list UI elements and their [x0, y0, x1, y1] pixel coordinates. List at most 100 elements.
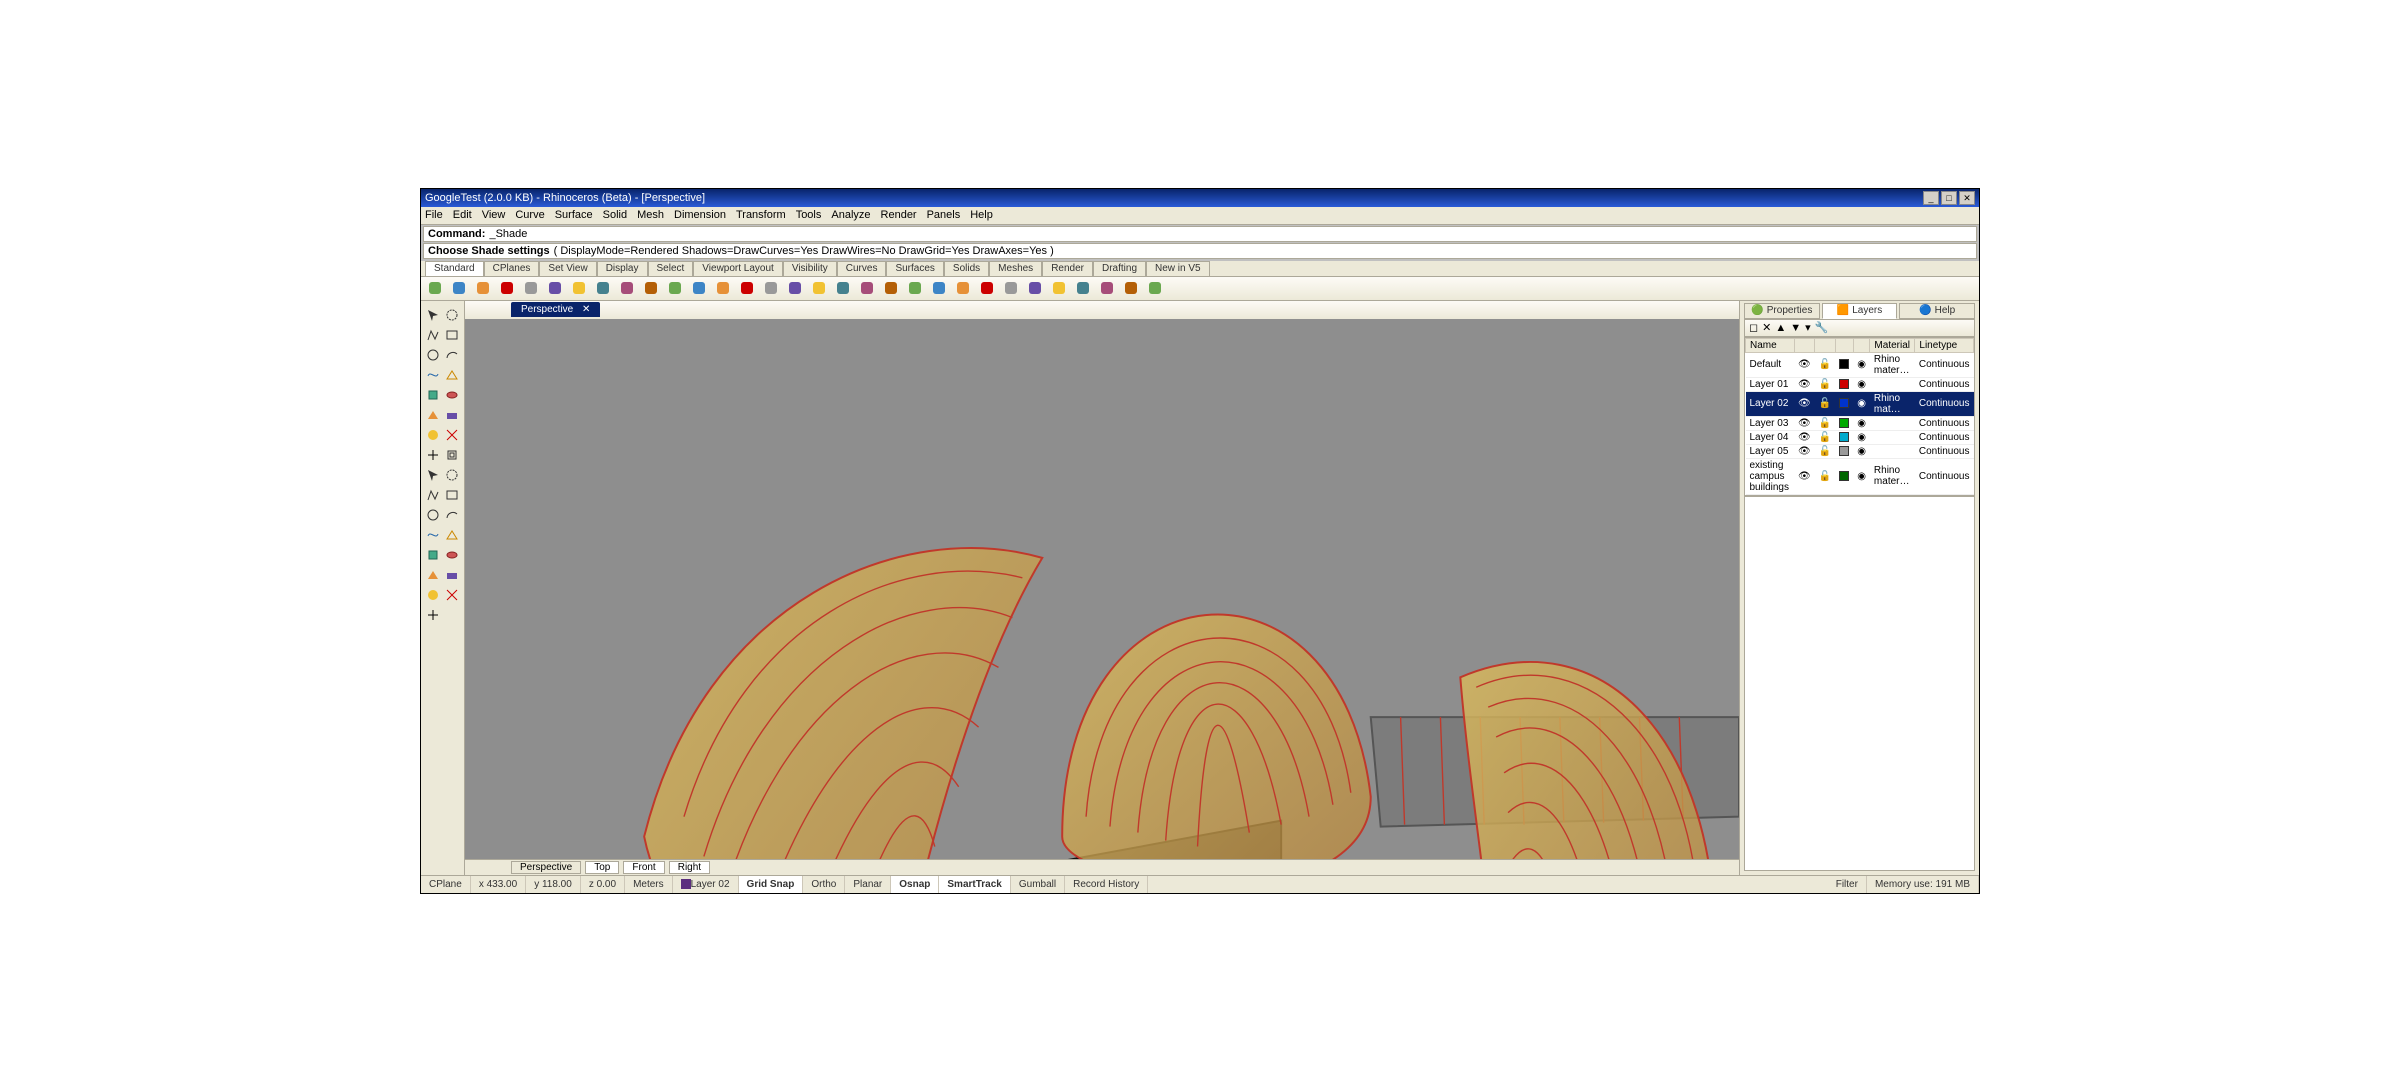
sphere-yellow-button[interactable] — [1097, 278, 1117, 298]
layer-color-swatch[interactable] — [1835, 352, 1853, 377]
status-toggle-ortho[interactable]: Ortho — [803, 876, 845, 893]
array-tool-button[interactable] — [425, 487, 441, 503]
menu-mesh[interactable]: Mesh — [637, 209, 664, 221]
layer-row[interactable]: existing campus buildings👁🔓◉Rhino mater…… — [1746, 458, 1974, 494]
layer-row[interactable]: Layer 02👁🔓◉Rhino mat…Continuous — [1746, 391, 1974, 416]
layer-material-swatch[interactable]: ◉ — [1853, 444, 1870, 458]
layer-material-swatch[interactable]: ◉ — [1853, 377, 1870, 391]
join-tool-button[interactable] — [445, 447, 461, 463]
layer-color-swatch[interactable] — [1835, 458, 1853, 494]
viewport-tab-perspective[interactable]: Perspective ✕ — [511, 302, 600, 317]
layer-lock-icon[interactable]: 🔓 — [1815, 430, 1835, 444]
move-button[interactable] — [641, 278, 661, 298]
toolbar-tab-set-view[interactable]: Set View — [539, 261, 596, 276]
status-cplane[interactable]: CPlane — [421, 876, 471, 893]
explode-tool-button[interactable] — [425, 547, 441, 563]
layer-color-swatch[interactable] — [1835, 416, 1853, 430]
status-toggle-gumball[interactable]: Gumball — [1011, 876, 1065, 893]
layer-row[interactable]: Layer 04👁🔓◉Continuous — [1746, 430, 1974, 444]
loft-tool-button[interactable] — [425, 407, 441, 423]
view-footer-tab-top[interactable]: Top — [585, 861, 619, 874]
menu-help[interactable]: Help — [970, 209, 993, 221]
menu-analyze[interactable]: Analyze — [831, 209, 870, 221]
layer-material-swatch[interactable]: ◉ — [1853, 352, 1870, 377]
layers-header-Material[interactable]: Material — [1870, 338, 1915, 352]
cut-button[interactable] — [521, 278, 541, 298]
menu-render[interactable]: Render — [881, 209, 917, 221]
status-toggle-grid-snap[interactable]: Grid Snap — [739, 876, 804, 893]
undo-button[interactable] — [593, 278, 613, 298]
surface-tool-button[interactable] — [445, 367, 461, 383]
layers-header-col[interactable] — [1794, 338, 1815, 352]
menu-view[interactable]: View — [482, 209, 506, 221]
layer-lock-icon[interactable]: 🔓 — [1815, 416, 1835, 430]
layer-lock-icon[interactable]: 🔓 — [1815, 377, 1835, 391]
new-button[interactable] — [425, 278, 445, 298]
delete-layer-icon[interactable]: ✕ — [1762, 321, 1771, 334]
toolbar-tab-drafting[interactable]: Drafting — [1093, 261, 1146, 276]
layer-visible-icon[interactable]: 👁 — [1794, 444, 1815, 458]
view-footer-tab-perspective[interactable]: Perspective — [511, 861, 581, 874]
menu-transform[interactable]: Transform — [736, 209, 786, 221]
open-button[interactable] — [449, 278, 469, 298]
rectangle-tool-button[interactable] — [445, 327, 461, 343]
minimize-button[interactable]: _ — [1923, 191, 1939, 205]
dim-tool-button[interactable] — [425, 567, 441, 583]
layer-material-swatch[interactable]: ◉ — [1853, 430, 1870, 444]
text-tool-button[interactable] — [445, 567, 461, 583]
zoom-window-button[interactable] — [737, 278, 757, 298]
menu-edit[interactable]: Edit — [453, 209, 472, 221]
shade-button[interactable] — [809, 278, 829, 298]
lasso-tool-button[interactable] — [445, 307, 461, 323]
layers-header-Linetype[interactable]: Linetype — [1915, 338, 1974, 352]
revolve-tool-button[interactable] — [445, 387, 461, 403]
render-button[interactable] — [833, 278, 853, 298]
view-footer-tab-right[interactable]: Right — [669, 861, 710, 874]
layer-visible-icon[interactable]: 👁 — [1794, 391, 1815, 416]
print-button[interactable] — [497, 278, 517, 298]
toolbar-tab-display[interactable]: Display — [597, 261, 648, 276]
toolbar-tab-new-in-v5[interactable]: New in V5 — [1146, 261, 1210, 276]
offset-tool-button[interactable] — [445, 467, 461, 483]
layer-tools-icon[interactable]: 🔧 — [1815, 321, 1829, 334]
toolbar-tab-cplanes[interactable]: CPlanes — [484, 261, 540, 276]
layer-row[interactable]: Layer 01👁🔓◉Continuous — [1746, 377, 1974, 391]
layer-row[interactable]: Default👁🔓◉Rhino mater…Continuous — [1746, 352, 1974, 377]
command-line-1[interactable]: Command: _Shade — [423, 226, 1977, 242]
extrude-tool-button[interactable] — [425, 387, 441, 403]
menu-solid[interactable]: Solid — [603, 209, 627, 221]
toolbar-tab-meshes[interactable]: Meshes — [989, 261, 1042, 276]
status-units[interactable]: Meters — [625, 876, 673, 893]
rotate-tool-button[interactable] — [425, 507, 441, 523]
layer-visible-icon[interactable]: 👁 — [1794, 458, 1815, 494]
toolbar-tab-standard[interactable]: Standard — [425, 261, 484, 276]
command-line-2[interactable]: Choose Shade settings ( DisplayMode=Rend… — [423, 243, 1977, 259]
layer-row[interactable]: Layer 03👁🔓◉Continuous — [1746, 416, 1974, 430]
boolean-tool-button[interactable] — [445, 407, 461, 423]
maximize-button[interactable]: □ — [1941, 191, 1957, 205]
layer-material-swatch[interactable]: ◉ — [1853, 391, 1870, 416]
toolbar-tab-curves[interactable]: Curves — [837, 261, 887, 276]
layers-header-Name[interactable]: Name — [1746, 338, 1795, 352]
move-tool-button[interactable] — [425, 527, 441, 543]
layer-visible-icon[interactable]: 👁 — [1794, 416, 1815, 430]
layer-button[interactable] — [905, 278, 925, 298]
layers-header-col[interactable] — [1835, 338, 1853, 352]
menu-panels[interactable]: Panels — [927, 209, 961, 221]
panel-tab-properties[interactable]: 🟢Properties — [1744, 303, 1820, 319]
menu-tools[interactable]: Tools — [796, 209, 822, 221]
cap-tool-button[interactable] — [425, 467, 441, 483]
close-button[interactable]: ✕ — [1959, 191, 1975, 205]
viewport-tab-close-icon[interactable]: ✕ — [582, 304, 590, 315]
lock-button[interactable] — [953, 278, 973, 298]
status-toggle-osnap[interactable]: Osnap — [891, 876, 939, 893]
new-layer-icon[interactable]: ◻ — [1749, 321, 1758, 334]
layers-header-col[interactable] — [1853, 338, 1870, 352]
redo-button[interactable] — [617, 278, 637, 298]
toggle-button[interactable] — [1121, 278, 1141, 298]
rotate-button[interactable] — [665, 278, 685, 298]
toolbar-tab-surfaces[interactable]: Surfaces — [886, 261, 943, 276]
pan-button[interactable] — [785, 278, 805, 298]
measure-tool-button[interactable] — [425, 587, 441, 603]
status-toggle-planar[interactable]: Planar — [845, 876, 891, 893]
